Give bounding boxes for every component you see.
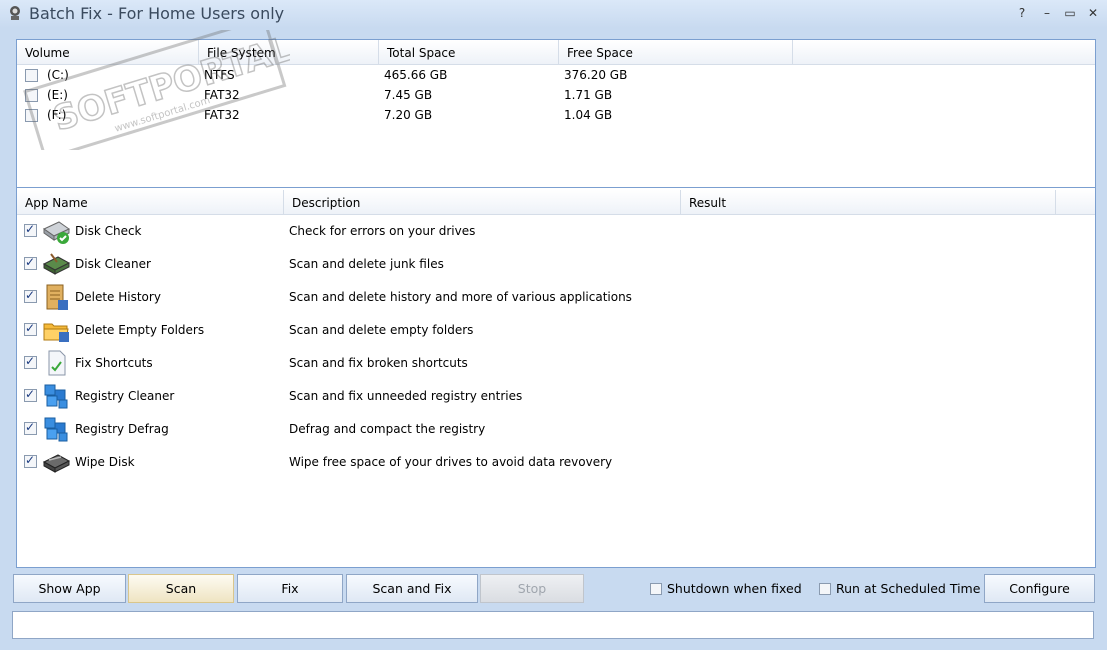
volume-total: 7.45 GB — [384, 88, 433, 102]
app-row[interactable]: Fix Shortcuts Scan and fix broken shortc… — [17, 348, 1095, 381]
app-checkbox[interactable] — [24, 255, 37, 270]
app-logo-icon — [10, 6, 20, 20]
apps-panel: App Name Description Result Disk Check C… — [16, 187, 1096, 568]
result-column-header[interactable]: Result — [681, 190, 1056, 214]
shutdown-checkbox[interactable] — [650, 583, 662, 595]
app-checkbox[interactable] — [24, 222, 37, 237]
scan-and-fix-button[interactable]: Scan and Fix — [346, 574, 478, 603]
scheduled-checkbox[interactable] — [819, 583, 831, 595]
registry-icon — [44, 384, 68, 409]
disk-check-icon — [43, 221, 70, 244]
scheduled-label: Run at Scheduled Time — [836, 581, 981, 596]
wipe-disk-icon — [42, 454, 71, 473]
softportal-watermark: SOFTPORTAL www.softportal.com — [23, 30, 290, 150]
window-title: Batch Fix - For Home Users only — [29, 4, 285, 23]
scan-button[interactable]: Scan — [128, 574, 234, 603]
app-row[interactable]: Registry Defrag Defrag and compact the r… — [17, 414, 1095, 447]
app-description: Scan and delete junk files — [289, 257, 444, 271]
shutdown-option[interactable]: Shutdown when fixed — [650, 581, 802, 596]
shutdown-label: Shutdown when fixed — [667, 581, 802, 596]
app-name: Delete Empty Folders — [75, 323, 205, 337]
app-description: Check for errors on your drives — [289, 224, 476, 238]
volume-total: 465.66 GB — [384, 68, 448, 82]
free-space-column-header[interactable]: Free Space — [559, 40, 793, 64]
apps-header: App Name Description Result — [17, 190, 1095, 215]
app-checkbox[interactable] — [24, 387, 37, 402]
stop-button[interactable]: Stop — [480, 574, 584, 603]
description-column-header[interactable]: Description — [284, 190, 681, 214]
folder-icon — [43, 323, 69, 342]
configure-button[interactable]: Configure — [984, 574, 1095, 603]
close-button[interactable]: ✕ — [1083, 4, 1103, 22]
help-button[interactable]: ? — [1012, 4, 1032, 22]
maximize-button[interactable]: ▭ — [1060, 4, 1080, 22]
app-row[interactable]: Delete History Scan and delete history a… — [17, 282, 1095, 315]
app-name: Registry Defrag — [75, 422, 169, 436]
disk-cleaner-icon — [42, 253, 71, 275]
registry-defrag-icon — [44, 417, 68, 442]
app-description: Scan and delete history and more of vari… — [289, 290, 632, 304]
app-name: Delete History — [75, 290, 161, 304]
app-name: Fix Shortcuts — [75, 356, 153, 370]
app-description: Scan and fix unneeded registry entries — [289, 389, 523, 403]
shortcut-icon — [48, 350, 66, 376]
app-row[interactable]: Disk Cleaner Scan and delete junk files — [17, 249, 1095, 282]
app-description: Scan and fix broken shortcuts — [289, 356, 468, 370]
scheduled-option[interactable]: Run at Scheduled Time — [819, 581, 980, 596]
app-name: Disk Check — [75, 224, 142, 238]
app-row[interactable]: Disk Check Check for errors on your driv… — [17, 216, 1095, 249]
app-description: Scan and delete empty folders — [289, 323, 474, 337]
fix-button[interactable]: Fix — [237, 574, 343, 603]
app-row[interactable]: Wipe Disk Wipe free space of your drives… — [17, 447, 1095, 480]
app-description: Wipe free space of your drives to avoid … — [289, 455, 613, 469]
app-checkbox[interactable] — [24, 420, 37, 435]
volume-total: 7.20 GB — [384, 108, 433, 122]
volume-free: 376.20 GB — [564, 68, 628, 82]
app-name: Disk Cleaner — [75, 257, 151, 271]
history-icon — [46, 284, 68, 310]
app-row[interactable]: Registry Cleaner Scan and fix unneeded r… — [17, 381, 1095, 414]
app-checkbox[interactable] — [24, 288, 37, 303]
app-checkbox[interactable] — [24, 354, 37, 369]
total-space-column-header[interactable]: Total Space — [379, 40, 559, 64]
status-bar — [12, 611, 1094, 639]
app-name: Wipe Disk — [75, 455, 135, 469]
app-checkbox[interactable] — [24, 321, 37, 336]
title-bar: Batch Fix - For Home Users only ? – ▭ ✕ — [0, 0, 1107, 28]
app-row[interactable]: Delete Empty Folders Scan and delete emp… — [17, 315, 1095, 348]
volume-free: 1.04 GB — [564, 108, 613, 122]
app-description: Defrag and compact the registry — [289, 422, 486, 436]
app-checkbox[interactable] — [24, 453, 37, 468]
volume-free: 1.71 GB — [564, 88, 613, 102]
minimize-button[interactable]: – — [1037, 4, 1057, 22]
app-name-column-header[interactable]: App Name — [17, 190, 284, 214]
show-app-button[interactable]: Show App — [13, 574, 126, 603]
app-name: Registry Cleaner — [75, 389, 175, 403]
